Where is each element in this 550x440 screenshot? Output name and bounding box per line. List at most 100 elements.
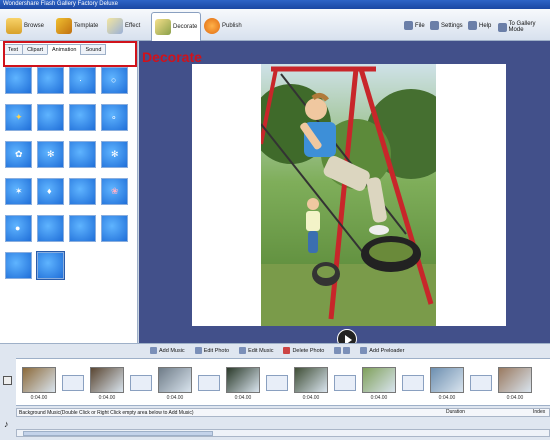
dandelion-icon: ✻	[111, 149, 119, 159]
transition-icon[interactable]	[62, 375, 84, 391]
background-music-track[interactable]: Background Music(Double Click or Right C…	[16, 408, 550, 417]
preview-canvas	[192, 64, 506, 326]
transition-icon[interactable]	[130, 375, 152, 391]
music-duration-header: Duration	[446, 409, 465, 415]
gallery-mode-button[interactable]: To Gallery Mode	[498, 21, 550, 33]
browse-button[interactable]: Browse	[6, 12, 44, 39]
sparkle-icon: ·	[79, 75, 82, 85]
annotation-highlight-box	[3, 41, 137, 67]
clip-duration: 0:04.00	[98, 395, 116, 401]
clip-thumbnail	[22, 367, 56, 393]
animation-thumb[interactable]: ✦	[5, 104, 32, 131]
timeline-clip[interactable]: 0:04.00	[22, 367, 56, 401]
template-button[interactable]: Template	[56, 12, 98, 39]
scrollbar-thumb[interactable]	[23, 431, 213, 436]
effect-icon	[107, 17, 123, 34]
folder-icon	[6, 17, 22, 34]
ring-icon: ○	[111, 75, 117, 85]
transition-icon[interactable]	[402, 375, 424, 391]
animation-thumb[interactable]: ●	[5, 215, 32, 242]
publish-button[interactable]: Publish	[204, 12, 242, 39]
add-preloader-button[interactable]: Add Preloader	[360, 347, 404, 354]
firework-icon: ✶	[15, 186, 23, 196]
edit-music-button[interactable]: Edit Music	[239, 347, 273, 354]
timeline-clip[interactable]: 0:04.00	[430, 367, 464, 401]
animation-thumb[interactable]: ✻	[37, 141, 64, 168]
timeline-scrollbar[interactable]	[16, 429, 550, 437]
timeline-clip[interactable]: 0:04.00	[498, 367, 532, 401]
music-index-header: Index	[533, 409, 546, 415]
animation-thumb[interactable]	[37, 67, 64, 94]
help-menu[interactable]: Help	[468, 21, 491, 30]
animation-thumb[interactable]	[5, 67, 32, 94]
film-strip-icon	[3, 376, 12, 385]
preview-stage	[139, 41, 550, 349]
timeline-clip[interactable]: 0:04.00	[226, 367, 260, 401]
animation-thumb[interactable]	[101, 215, 128, 242]
swing-photo	[261, 64, 436, 326]
publish-icon	[204, 17, 220, 34]
timeline-clip[interactable]: 0:04.00	[90, 367, 124, 401]
animation-thumb[interactable]	[69, 178, 96, 205]
decorate-button[interactable]: Decorate	[151, 12, 202, 41]
music-icon	[150, 347, 157, 354]
clip-thumbnail	[90, 367, 124, 393]
animation-thumb[interactable]: ♦	[37, 178, 64, 205]
gear-icon	[430, 21, 439, 30]
add-music-button[interactable]: Add Music	[150, 347, 185, 354]
window-title: Wondershare Flash Gallery Factory Deluxe	[0, 0, 550, 9]
clip-duration: 0:04.00	[302, 395, 320, 401]
preloader-icon	[360, 347, 368, 354]
animation-thumb[interactable]	[69, 104, 96, 131]
animation-thumb[interactable]: ·	[69, 67, 96, 94]
timeline-area: Add Music Edit Photo Edit Music Delete P…	[0, 343, 550, 440]
delete-photo-button[interactable]: Delete Photo	[283, 347, 324, 354]
animation-thumb[interactable]	[69, 215, 96, 242]
timeline-clip[interactable]: 0:04.00	[158, 367, 192, 401]
edit-photo-button[interactable]: Edit Photo	[194, 347, 229, 354]
gallery-icon	[498, 22, 507, 32]
arrange-icon	[334, 347, 342, 354]
dandelion-icon: ✻	[47, 149, 55, 159]
clip-duration: 0:04.00	[506, 395, 524, 401]
petal-icon: ❀	[111, 186, 119, 196]
annotation-label: Decorate	[142, 49, 202, 65]
animation-thumb[interactable]	[69, 141, 96, 168]
clip-thumbnail	[498, 367, 532, 393]
animation-thumb[interactable]: ❀	[101, 178, 128, 205]
balloons-icon: ●	[15, 223, 21, 233]
clip-thumbnail	[430, 367, 464, 393]
drop-icon: ♦	[47, 186, 52, 196]
bubbles-icon: ∘	[111, 112, 117, 122]
animation-thumb[interactable]: ✿	[5, 141, 32, 168]
arrange-buttons[interactable]	[334, 347, 351, 354]
animation-thumb[interactable]	[37, 215, 64, 242]
clip-duration: 0:04.00	[166, 395, 184, 401]
animation-thumb[interactable]	[37, 104, 64, 131]
settings-menu[interactable]: Settings	[430, 21, 463, 30]
transition-icon[interactable]	[334, 375, 356, 391]
clip-thumbnail	[158, 367, 192, 393]
rotate-icon	[343, 347, 351, 354]
timeline-clip[interactable]: 0:04.00	[362, 367, 396, 401]
clip-thumbnail	[362, 367, 396, 393]
photo-timeline: 0:04.00 0:04.00 0:04.00 0:04.00 0:04.00 …	[16, 358, 550, 406]
transition-icon[interactable]	[266, 375, 288, 391]
animation-thumb[interactable]: ✻	[101, 141, 128, 168]
template-icon	[56, 17, 72, 34]
file-menu[interactable]: File	[404, 21, 425, 30]
animation-thumb[interactable]	[5, 252, 32, 279]
edit-music-icon	[239, 347, 247, 354]
animation-thumb[interactable]: ✶	[5, 178, 32, 205]
flower-icon: ✿	[15, 149, 23, 159]
timeline-clip[interactable]: 0:04.00	[294, 367, 328, 401]
animation-thumb[interactable]	[36, 251, 65, 280]
animation-thumb[interactable]: ∘	[101, 104, 128, 131]
transition-icon[interactable]	[198, 375, 220, 391]
main-toolbar: Browse Template Effect Decorate Publish …	[0, 9, 550, 41]
clip-duration: 0:04.00	[438, 395, 456, 401]
timeline-toolbar: Add Music Edit Photo Edit Music Delete P…	[150, 347, 404, 354]
effect-button[interactable]: Effect	[107, 12, 140, 39]
animation-thumb[interactable]: ○	[101, 67, 128, 94]
transition-icon[interactable]	[470, 375, 492, 391]
